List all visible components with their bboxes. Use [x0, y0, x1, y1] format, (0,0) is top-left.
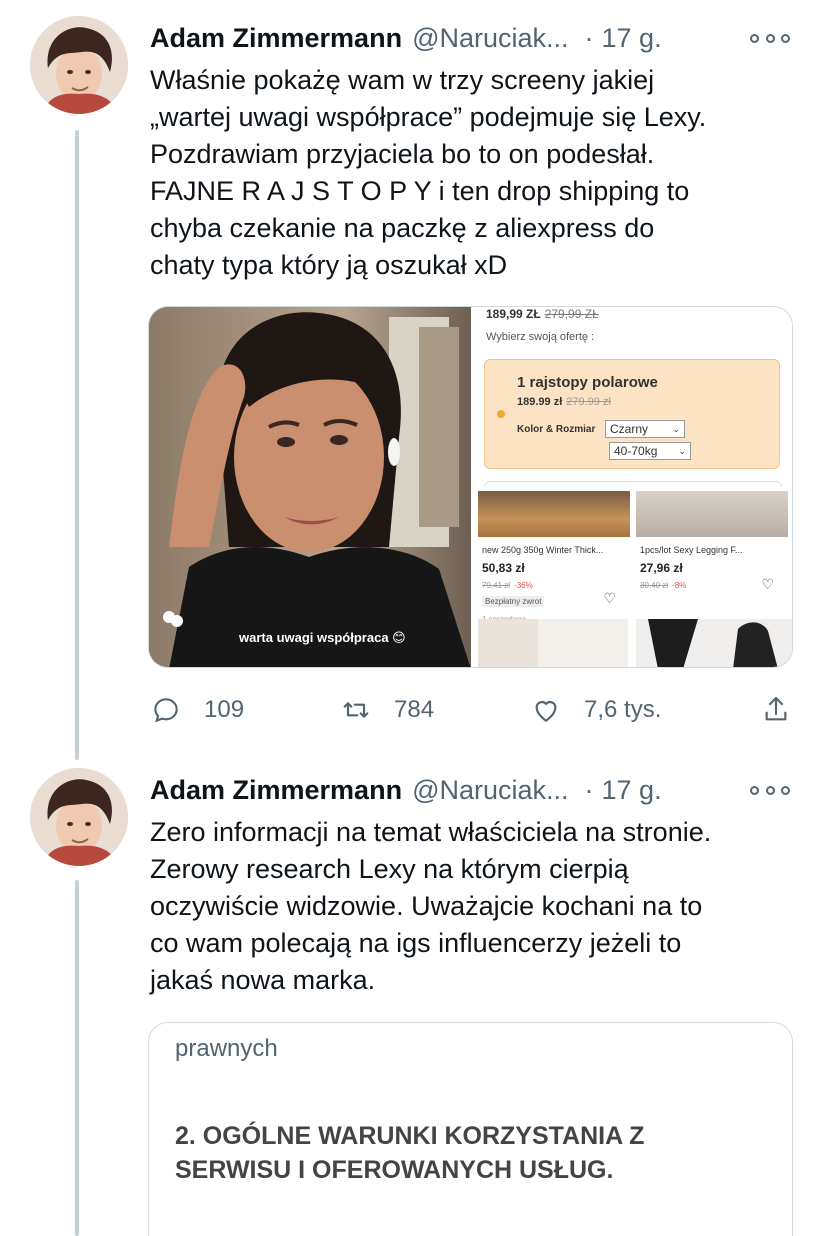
separator-dot: · — [584, 774, 594, 805]
reply-icon — [154, 698, 178, 723]
avatar[interactable] — [30, 16, 128, 114]
avatar[interactable] — [30, 768, 128, 866]
product-image — [636, 491, 788, 537]
author-handle[interactable]: @Naruciak... — [412, 23, 568, 54]
tweet-text-line: co wam polecają na igs influencerzy jeże… — [150, 928, 682, 958]
product-title: 1pcs/lot Sexy Legging F... — [640, 545, 743, 555]
author-name[interactable]: Adam Zimmermann — [150, 23, 402, 54]
media-grid[interactable]: warta uwagi współpraca 😊 189,99 ZŁ 279,99… — [148, 306, 793, 668]
more-options-icon[interactable] — [750, 776, 790, 804]
tweet-text-line: Właśnie pokażę wam w trzy screeny jakiej — [150, 65, 655, 95]
tweet-text-line: Pozdrawiam przyjaciela bo to on podesłał… — [150, 139, 655, 169]
tweet-actions: 109 784 7,6 tys. — [150, 690, 800, 730]
author-handle[interactable]: @Naruciak... — [412, 775, 568, 806]
heart-icon: ♡ — [761, 576, 774, 592]
offer-title: 1 rajstopy polarowe — [517, 374, 658, 391]
card-edge — [484, 481, 782, 487]
document-heading: 2. OGÓLNE WARUNKI KORZYSTANIA Z SERWISU … — [175, 1122, 645, 1184]
media-card[interactable]: prawnych 2. OGÓLNE WARUNKI KORZYSTANIA Z… — [148, 1022, 793, 1236]
video-screenshot[interactable]: warta uwagi współpraca 😊 — [149, 307, 471, 667]
like-count: 7,6 tys. — [584, 696, 662, 723]
product-title: new 250g 350g Winter Thick... — [482, 545, 604, 555]
tweet-text-line: chyba czekanie na paczkę z aliexpress do — [150, 213, 655, 243]
product-tag: Bezpłatny zwrot — [482, 596, 545, 607]
retweet-icon — [343, 702, 369, 718]
offer-card: 1 rajstopy polarowe 189.99 zł 279.99 zł K… — [484, 359, 780, 469]
like-button[interactable]: 7,6 tys. — [530, 690, 661, 730]
product-image — [478, 491, 630, 537]
choose-offer-label: Wybierz swoją ofertę : — [486, 331, 595, 343]
product-old-price: 79,41 zł -36% — [482, 581, 533, 590]
variant-label: Kolor & Rozmiar — [517, 424, 596, 435]
heart-icon: ♡ — [603, 590, 616, 606]
document-fragment-text: prawnych — [175, 1035, 278, 1062]
product-images-row — [478, 619, 792, 667]
product-price: 27,96 zł — [640, 561, 683, 575]
reply-button[interactable]: 109 — [150, 690, 244, 730]
reply-count: 109 — [204, 696, 245, 723]
offer-price: 189.99 zł 279.99 zł — [517, 396, 611, 408]
product-card: 1pcs/lot Sexy Legging F... 27,96 zł 30,4… — [636, 491, 788, 615]
tweet-text-line: oczywiście widzowie. Uważajcie kochani n… — [150, 891, 703, 921]
radio-selected-icon — [497, 410, 505, 418]
retweet-button[interactable]: 784 — [340, 690, 434, 730]
more-options-icon[interactable] — [750, 24, 790, 52]
video-caption: warta uwagi współpraca 😊 — [239, 630, 406, 645]
tweet-text-line: Zero informacji na temat właściciela na … — [150, 817, 712, 847]
color-select: Czarny ⌄ — [605, 420, 685, 438]
tweet-text-line: jakaś nowa marka. — [150, 965, 376, 995]
tweet-header: Adam Zimmermann @Naruciak... · 17 g. — [150, 18, 800, 58]
share-icon — [765, 696, 787, 721]
share-button[interactable] — [760, 690, 792, 730]
tweet-text: Zero informacji na temat właściciela na … — [150, 814, 800, 999]
tweet-text-line: Zerowy research Lexy na którym cierpią — [150, 854, 629, 884]
tweet-header: Adam Zimmermann @Naruciak... · 17 g. — [150, 770, 800, 810]
timestamp[interactable]: 17 g. — [602, 775, 662, 806]
tweet-text-line: chaty typa który ją oszukał xD — [150, 250, 508, 280]
tweet-text: Właśnie pokażę wam w trzy screeny jakiej… — [150, 62, 800, 284]
thread-line — [75, 880, 79, 1236]
size-select: 40-70kg ⌄ — [609, 442, 691, 460]
product-card: new 250g 350g Winter Thick... 50,83 zł 7… — [478, 491, 630, 624]
author-name[interactable]: Adam Zimmermann — [150, 775, 402, 806]
heart-icon — [535, 701, 557, 722]
separator-dot: · — [584, 22, 594, 53]
tweet-text-line: FAJNE R A J S T O P Y i ten drop shippin… — [150, 176, 690, 206]
shop-screenshot[interactable]: 189,99 ZŁ 279,99 ZŁ Wybierz swoją ofertę … — [474, 307, 792, 667]
thread-line — [75, 130, 79, 760]
shop-price-top: 189,99 ZŁ 279,99 ZŁ — [486, 307, 599, 321]
product-price: 50,83 zł — [482, 561, 525, 575]
tweet-text-line: „wartej uwagi współprace” podejmuje się … — [150, 102, 707, 132]
retweet-count: 784 — [394, 696, 435, 723]
timestamp[interactable]: 17 g. — [602, 23, 662, 54]
